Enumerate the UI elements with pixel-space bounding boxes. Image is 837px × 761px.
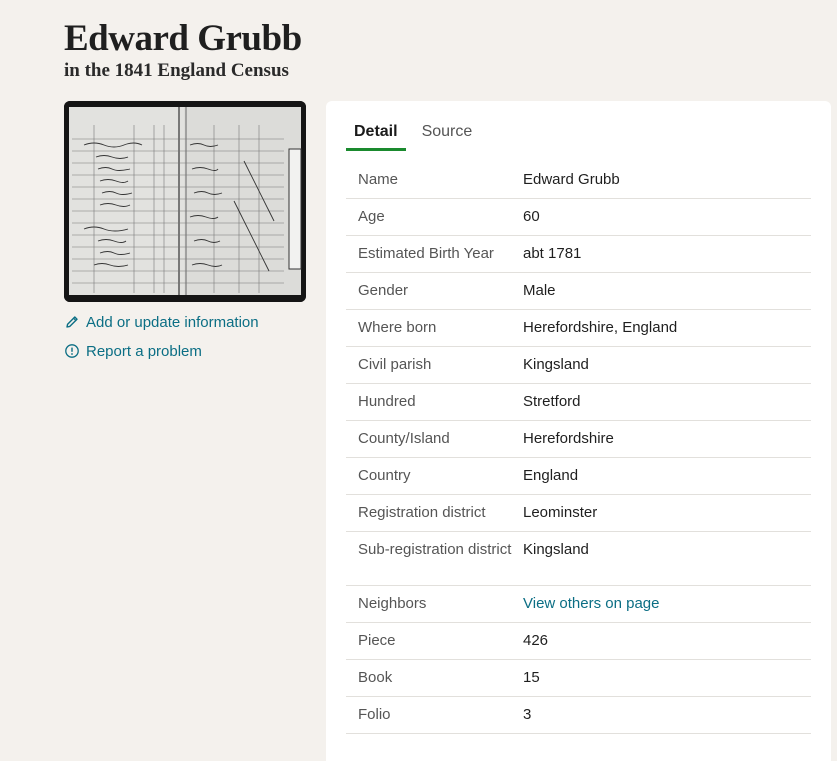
detail-label: Piece [358, 632, 396, 649]
detail-row-folio: Folio 3 [346, 697, 811, 734]
detail-value: England [523, 467, 579, 484]
detail-row-sub-registration-district: Sub-registration district Kingsland [346, 532, 811, 586]
detail-label: Gender [358, 282, 409, 299]
info-circle-icon [64, 343, 80, 359]
page-header: Edward Grubb in the 1841 England Census [64, 18, 302, 82]
detail-row-piece: Piece 426 [346, 623, 811, 660]
detail-label: Name [358, 171, 399, 188]
detail-label: Hundred [358, 393, 416, 410]
detail-row-hundred: Hundred Stretford [346, 384, 811, 421]
detail-label: Registration district [358, 504, 486, 521]
detail-label: Civil parish [358, 356, 432, 373]
side-links: Add or update information Report a probl… [64, 312, 259, 370]
detail-row-name: Name Edward Grubb [346, 162, 811, 199]
detail-row-birth-year: Estimated Birth Year abt 1781 [346, 236, 811, 273]
detail-row-gender: Gender Male [346, 273, 811, 310]
detail-label: Sub-registration district [358, 541, 512, 558]
detail-value: Leominster [523, 504, 598, 521]
detail-label: Country [358, 467, 411, 484]
detail-value: Herefordshire, England [523, 319, 678, 336]
detail-value: Herefordshire [523, 430, 614, 447]
detail-row-registration-district: Registration district Leominster [346, 495, 811, 532]
detail-label: Where born [358, 319, 437, 336]
add-update-information-link[interactable]: Add or update information [64, 312, 259, 332]
page-subtitle: in the 1841 England Census [64, 60, 289, 81]
detail-value: Kingsland [523, 356, 589, 373]
detail-value: Kingsland [523, 541, 589, 558]
add-update-information-label: Add or update information [86, 313, 259, 331]
census-image-thumbnail[interactable] [64, 101, 306, 302]
detail-label: Age [358, 208, 385, 225]
pencil-icon [64, 314, 80, 330]
detail-value: 3 [523, 706, 532, 723]
detail-label: Neighbors [358, 595, 427, 612]
detail-value: abt 1781 [523, 245, 582, 262]
detail-value: Stretford [523, 393, 581, 410]
detail-label: Estimated Birth Year [358, 245, 494, 262]
detail-label: County/Island [358, 430, 450, 447]
detail-value: 15 [523, 669, 540, 686]
detail-label: Book [358, 669, 393, 686]
view-others-on-page-link[interactable]: View others on page [523, 595, 811, 613]
detail-tabs: Detail Source [346, 123, 488, 151]
report-problem-label: Report a problem [86, 342, 202, 360]
detail-row-where-born: Where born Herefordshire, England [346, 310, 811, 347]
detail-value: 60 [523, 208, 540, 225]
detail-value: 426 [523, 632, 549, 649]
report-problem-link[interactable]: Report a problem [64, 341, 259, 361]
detail-row-country: Country England [346, 458, 811, 495]
detail-row-book: Book 15 [346, 660, 811, 697]
page-title: Edward Grubb [64, 18, 302, 59]
detail-label: Folio [358, 706, 391, 723]
detail-table: Name Edward Grubb Age 60 Estimated Birth… [346, 162, 811, 734]
detail-row-neighbors: Neighbors View others on page [346, 586, 811, 623]
detail-value: Male [523, 282, 556, 299]
tab-source[interactable]: Source [414, 123, 481, 151]
detail-row-county: County/Island Herefordshire [346, 421, 811, 458]
detail-value: Edward Grubb [523, 171, 620, 188]
detail-row-age: Age 60 [346, 199, 811, 236]
record-detail-panel: Detail Source Name Edward Grubb Age 60 E… [326, 101, 831, 761]
detail-row-civil-parish: Civil parish Kingsland [346, 347, 811, 384]
tab-detail[interactable]: Detail [346, 123, 406, 151]
